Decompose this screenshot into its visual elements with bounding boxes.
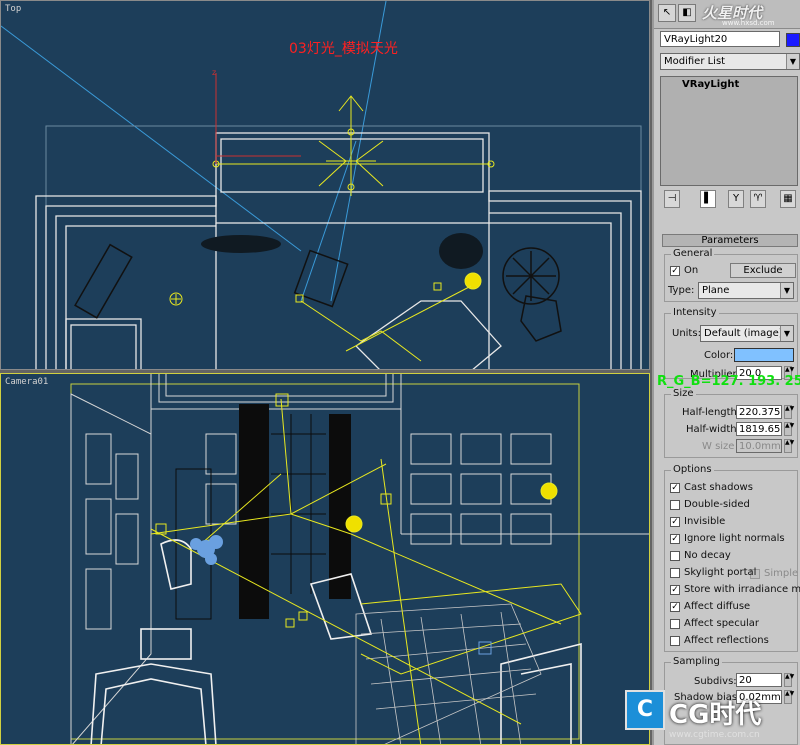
chevron-down-icon: ▼ bbox=[786, 54, 799, 69]
stack-item-vraylight[interactable]: VRayLight bbox=[664, 79, 794, 93]
camera-viewport-label[interactable]: Camera01 bbox=[5, 377, 48, 387]
svg-text:z: z bbox=[212, 68, 216, 77]
option-checkbox[interactable] bbox=[670, 568, 680, 578]
scene-title-overlay: 03灯光_模拟天光 bbox=[289, 41, 398, 57]
color-label: Color: bbox=[704, 350, 734, 361]
units-value: Default (image) bbox=[704, 328, 783, 339]
object-name-field[interactable]: VRayLight20 bbox=[660, 31, 780, 47]
cgtime-watermark: C CG时代 www.cgtime.com.cn bbox=[625, 690, 800, 745]
half-length-input[interactable]: 220.375m bbox=[736, 405, 782, 419]
subdivs-input[interactable]: 20 bbox=[736, 673, 782, 687]
size-title: Size bbox=[671, 388, 696, 399]
show-end-result-icon[interactable]: ▌ bbox=[700, 190, 716, 208]
make-unique-icon[interactable]: Y bbox=[728, 190, 744, 208]
modifier-stack[interactable]: VRayLight bbox=[660, 76, 798, 186]
w-size-label: W size bbox=[702, 441, 735, 452]
option-checkbox[interactable] bbox=[670, 619, 680, 629]
camera-viewport-wireframe bbox=[70, 374, 649, 744]
object-color-swatch[interactable] bbox=[786, 33, 800, 47]
type-dropdown[interactable]: Plane ▼ bbox=[698, 282, 794, 299]
units-dropdown[interactable]: Default (image) ▼ bbox=[700, 325, 794, 342]
option-label: Affect reflections bbox=[684, 635, 769, 646]
hxsd-url: www.hxsd.com bbox=[722, 19, 775, 27]
top-viewport-label[interactable]: Top bbox=[5, 4, 21, 14]
cgtime-logo-text: CG时代 bbox=[669, 700, 762, 730]
cgtime-url: www.cgtime.com.cn bbox=[669, 730, 760, 740]
modifier-list-dropdown[interactable]: Modifier List ▼ bbox=[660, 53, 800, 70]
pin-stack-icon[interactable]: ⊣ bbox=[664, 190, 680, 208]
half-length-spinner[interactable]: ▲▼ bbox=[784, 405, 794, 419]
option-label: Double-sided bbox=[684, 499, 750, 510]
parameters-rollout-header[interactable]: Parameters bbox=[662, 234, 798, 247]
half-width-label: Half-width: bbox=[686, 424, 740, 435]
command-panel-tabs: ↖ ◧ 火星时代 www.hxsd.com bbox=[654, 0, 800, 29]
subdivs-label: Subdivs: bbox=[694, 676, 737, 687]
option-checkbox[interactable] bbox=[670, 500, 680, 510]
modifier-list-label: Modifier List bbox=[664, 56, 726, 67]
option-label: Invisible bbox=[684, 516, 726, 527]
units-label: Units: bbox=[672, 328, 701, 339]
type-label: Type: bbox=[668, 285, 695, 296]
type-value: Plane bbox=[702, 285, 730, 296]
option-checkbox[interactable] bbox=[670, 551, 680, 561]
option-label: Store with irradiance map bbox=[684, 584, 800, 595]
command-panel: ↖ ◧ 火星时代 www.hxsd.com VRayLight20 Modifi… bbox=[652, 0, 800, 745]
light-color-swatch[interactable] bbox=[734, 348, 794, 362]
remove-modifier-icon[interactable]: ♈ bbox=[750, 190, 766, 208]
half-length-label: Half-length: bbox=[682, 407, 741, 418]
option-checkbox[interactable]: ✓ bbox=[670, 602, 680, 612]
modify-tab-icon[interactable]: ◧ bbox=[678, 4, 696, 22]
half-width-spinner[interactable]: ▲▼ bbox=[784, 422, 794, 436]
option-label: Skylight portal bbox=[684, 567, 757, 578]
general-title: General bbox=[671, 248, 715, 259]
chevron-down-icon: ▼ bbox=[780, 326, 793, 341]
top-viewport[interactable]: z Top 03灯光_模拟天光 bbox=[0, 0, 650, 370]
chevron-down-icon: ▼ bbox=[780, 283, 793, 298]
option-label: Cast shadows bbox=[684, 482, 753, 493]
camera-viewport[interactable]: Camera01 bbox=[0, 373, 650, 745]
half-width-input[interactable]: 1819.657( bbox=[736, 422, 782, 436]
intensity-title: Intensity bbox=[671, 307, 719, 318]
option-checkbox[interactable]: ✓ bbox=[670, 483, 680, 493]
parameters-rollout-title: Parameters bbox=[701, 235, 759, 246]
sampling-title: Sampling bbox=[671, 656, 722, 667]
on-checkbox[interactable]: ✓ bbox=[670, 266, 680, 276]
option-checkbox[interactable]: ✓ bbox=[670, 534, 680, 544]
create-tab-icon[interactable]: ↖ bbox=[658, 4, 676, 22]
option-checkbox[interactable]: ✓ bbox=[670, 585, 680, 595]
option-label: Affect specular bbox=[684, 618, 760, 629]
simple-label: Simple bbox=[764, 568, 799, 579]
options-title: Options bbox=[671, 464, 714, 475]
option-label: Affect diffuse bbox=[684, 601, 751, 612]
exclude-button[interactable]: Exclude bbox=[730, 263, 796, 278]
option-checkbox[interactable] bbox=[670, 636, 680, 646]
option-checkbox[interactable]: ✓ bbox=[670, 517, 680, 527]
option-label: Ignore light normals bbox=[684, 533, 785, 544]
cgtime-badge: C bbox=[625, 690, 665, 730]
rgb-readout-overlay: R_G_B=127. 193. 255 bbox=[657, 374, 800, 389]
configure-sets-icon[interactable]: ▦ bbox=[780, 190, 796, 208]
subdivs-spinner[interactable]: ▲▼ bbox=[784, 673, 794, 687]
w-size-input[interactable]: 10.0mm bbox=[736, 439, 782, 453]
option-label: No decay bbox=[684, 550, 731, 561]
stack-toolbar: ⊣ ▌ Y ♈ ▦ bbox=[660, 190, 798, 212]
w-size-spinner[interactable]: ▲▼ bbox=[784, 439, 794, 453]
on-label: On bbox=[684, 265, 699, 276]
